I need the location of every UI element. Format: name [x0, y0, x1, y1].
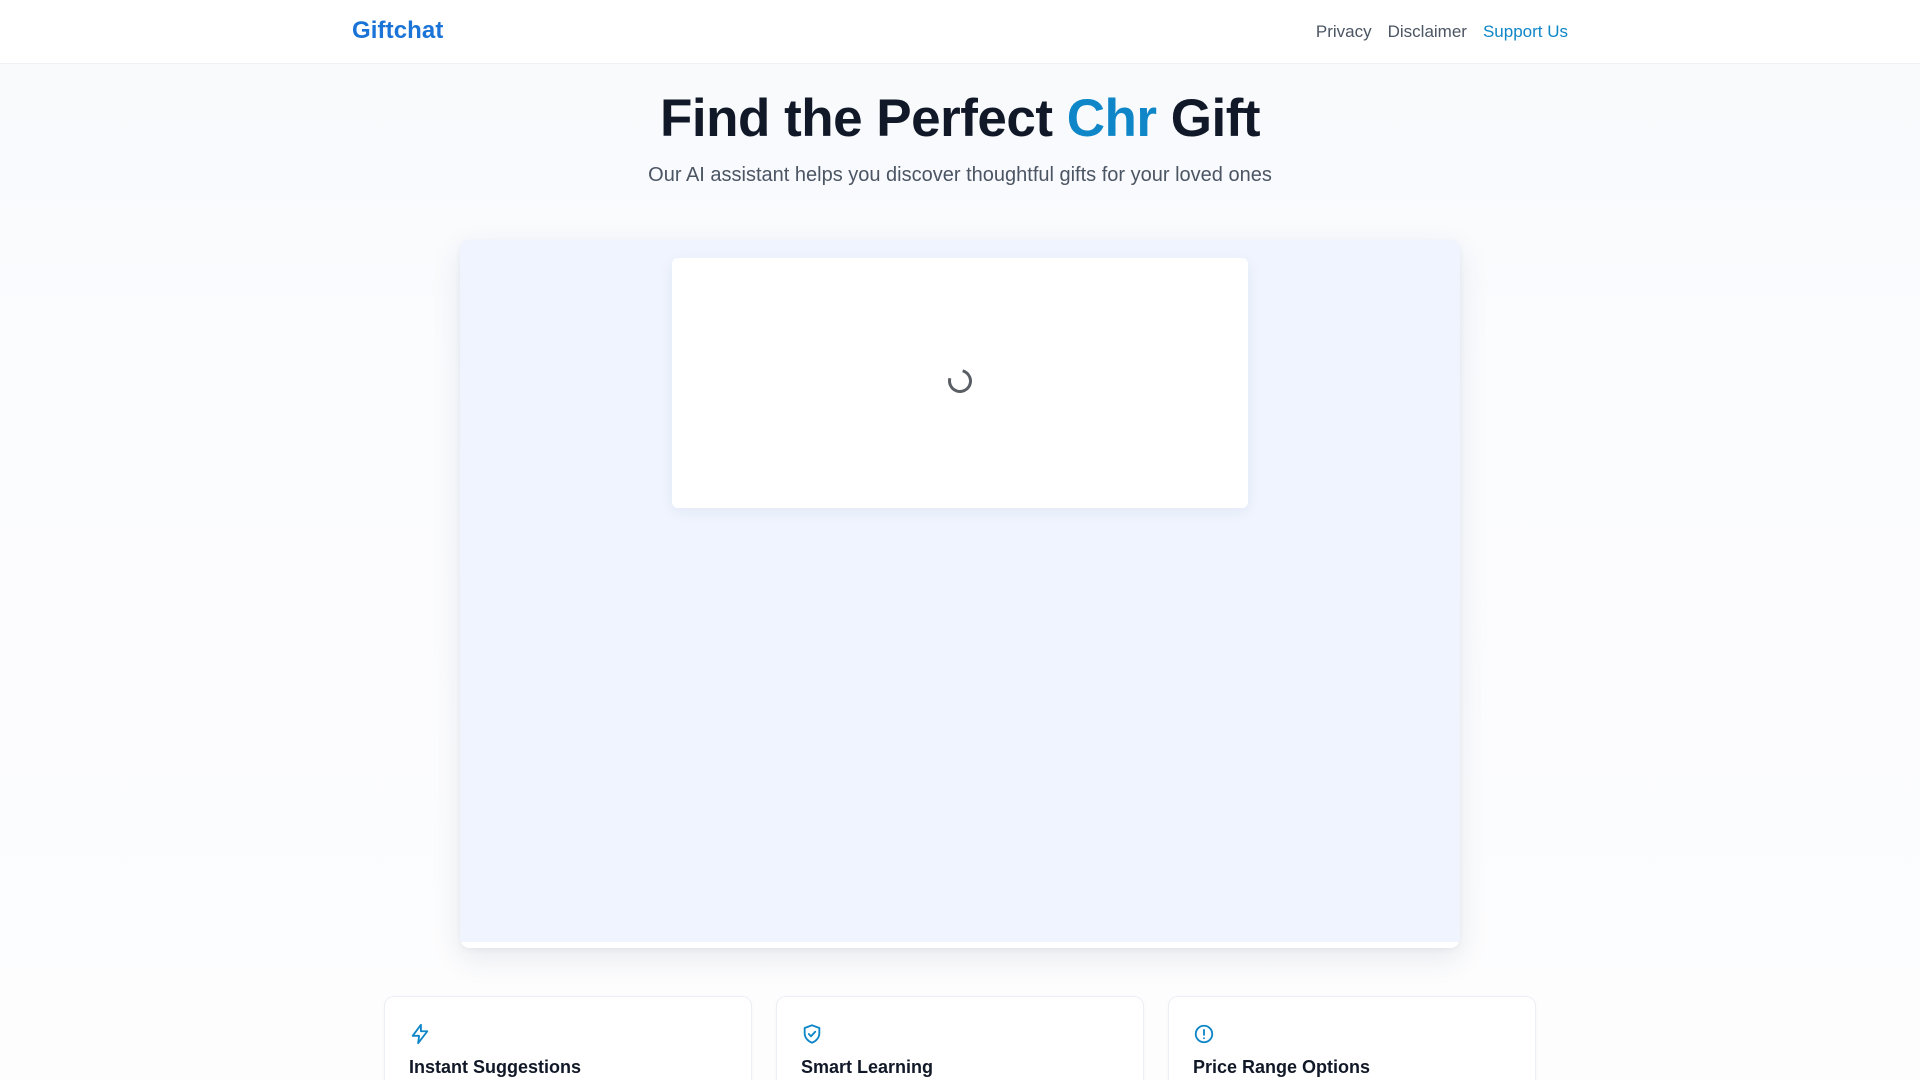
chat-loading-card: [672, 258, 1248, 508]
chat-panel: [460, 240, 1460, 948]
hero-title-accent: Chr: [1066, 89, 1157, 148]
hero-title-start: Find the Perfect: [660, 89, 1067, 148]
brand-logo[interactable]: Giftchat: [352, 17, 443, 45]
feature-title: Smart Learning: [801, 1057, 934, 1077]
feature-title: Price Range Options: [1193, 1057, 1371, 1077]
page: Giftchat Privacy Disclaimer Support Us F…: [0, 0, 1920, 1080]
top-nav: Privacy Disclaimer Support Us: [1316, 22, 1568, 42]
hero-subtitle: Our AI assistant helps you discover thou…: [648, 164, 1272, 186]
alert-circle-icon: [1193, 1023, 1215, 1045]
hero-title-end: Gift: [1156, 89, 1261, 148]
feature-card-smart-learning: Smart Learning: [776, 996, 1144, 1080]
site-header: Giftchat Privacy Disclaimer Support Us: [0, 0, 1920, 64]
feature-card-price-range-options: Price Range Options: [1168, 996, 1536, 1080]
feature-card-instant-suggestions: Instant Suggestions: [384, 996, 752, 1080]
loading-spinner-icon: [943, 364, 977, 398]
shield-check-icon: [801, 1023, 823, 1045]
hero-title: Find the Perfect Chr Gift: [0, 88, 1920, 149]
lightning-icon: [409, 1023, 431, 1045]
features-section: Instant Suggestions Smart Learning Price…: [384, 996, 1536, 1080]
nav-link-privacy[interactable]: Privacy: [1316, 22, 1372, 42]
feature-title: Instant Suggestions: [409, 1057, 582, 1077]
nav-link-support-us[interactable]: Support Us: [1483, 22, 1568, 42]
nav-link-disclaimer[interactable]: Disclaimer: [1388, 22, 1467, 42]
